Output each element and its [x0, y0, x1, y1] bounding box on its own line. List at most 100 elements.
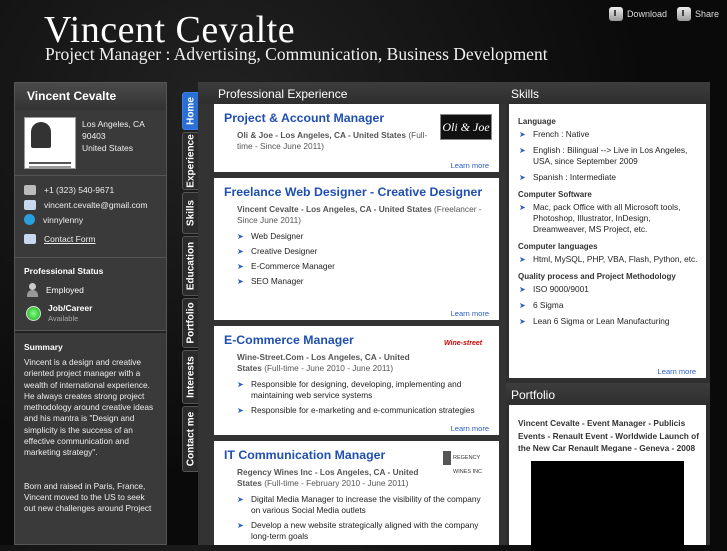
email-icon: [24, 199, 36, 210]
summary-heading: Summary: [24, 342, 63, 352]
job-period: (Full-time - June 2010 - June 2011): [264, 363, 394, 373]
job-org: Wine-Street.Com - Los Angeles, CA - Unit…: [237, 352, 419, 374]
skill-item: Html, MySQL, PHP, VBA, Flash, Python, et…: [518, 254, 700, 265]
contact-skype[interactable]: vinnylenny: [24, 212, 166, 227]
job-title[interactable]: Freelance Web Designer - Creative Design…: [224, 184, 491, 201]
tab-education[interactable]: Education: [182, 236, 198, 296]
skills-heading: Skills: [506, 82, 710, 104]
job-period: (Full-time - February 2010 - June 2011): [264, 478, 409, 488]
phone-icon: [24, 184, 36, 195]
skype-text[interactable]: vinnylenny: [43, 215, 83, 225]
job-bullets: Digital Media Manager to increase the vi…: [237, 494, 491, 542]
bullet-item: E-Commerce Manager: [237, 261, 491, 272]
right-column: Skills Language French : Native English …: [506, 82, 710, 551]
skill-group-heading: Computer Software: [518, 190, 592, 199]
status-employed: Employed: [15, 281, 166, 299]
tab-experience-label: Experience: [185, 134, 196, 188]
profile-block: Los Angeles, CA 90403 United States: [15, 110, 166, 176]
tab-interests-label: Interests: [185, 356, 196, 398]
share-button[interactable]: Share: [676, 7, 719, 21]
email-text[interactable]: vincent.cevalte@gmail.com: [44, 200, 148, 210]
bullet-item: Responsible for e-marketing and e-commun…: [237, 405, 491, 416]
job-card: Project & Account Manager Oli & Joe - Lo…: [214, 104, 499, 172]
status-heading: Professional Status: [24, 266, 104, 276]
company-logo: REGENCY WINES INC: [443, 451, 487, 475]
job-org: Regency Wines Inc - Los Angeles, CA - Un…: [237, 467, 419, 489]
tab-portfolio-label: Portfolio: [185, 302, 196, 344]
job-org: Oli & Joe - Los Angeles, CA - United Sta…: [237, 130, 429, 152]
experience-panel: Professional Experience Project & Accoun…: [198, 82, 506, 545]
skill-item: French : Native: [518, 129, 700, 140]
status-job: Job/Career Available: [15, 302, 166, 324]
photo-figure: [31, 122, 51, 148]
skill-item: Mac, pack Office with all Microsoft tool…: [518, 202, 700, 235]
experience-heading: Professional Experience: [198, 82, 506, 104]
job-org-name: Oli & Joe - Los Angeles, CA - United Sta…: [237, 130, 407, 140]
skype-icon: [24, 214, 35, 225]
tab-experience[interactable]: Experience: [182, 132, 198, 190]
contact-form-link[interactable]: Contact Form: [24, 231, 166, 246]
tab-skills-label: Skills: [185, 199, 196, 227]
location-city: Los Angeles, CA: [82, 119, 145, 129]
skill-list: Mac, pack Office with all Microsoft tool…: [518, 202, 700, 235]
job-org: Vincent Cevalte - Los Angeles, CA - Unit…: [237, 204, 491, 226]
skill-item: 6 Sigma: [518, 300, 700, 311]
job-career-label: Job/Career: [48, 303, 93, 313]
portfolio-image[interactable]: [531, 460, 684, 551]
site-subtitle: Project Manager : Advertising, Communica…: [45, 44, 548, 64]
sidebar-title: Vincent Cevalte: [15, 83, 166, 110]
summary-text: Vincent is a design and creative oriente…: [24, 357, 154, 458]
job-card: E-Commerce Manager Wine-Street.Com - Los…: [214, 326, 499, 435]
photo-caption-lines: [29, 162, 71, 164]
location-zip: 90403: [82, 131, 106, 141]
job-bullets: Web Designer Creative Designer E-Commerc…: [237, 231, 491, 287]
tab-contact[interactable]: Contact me: [182, 406, 198, 472]
contact-form-label[interactable]: Contact Form: [44, 234, 96, 244]
share-label: Share: [694, 9, 719, 19]
contact-email[interactable]: vincent.cevalte@gmail.com: [24, 197, 166, 212]
download-button[interactable]: Download: [608, 7, 667, 21]
skill-group-heading: Computer languages: [518, 242, 598, 251]
company-logo: Wine-street: [444, 340, 483, 347]
location: Los Angeles, CA 90403 United States: [82, 118, 145, 154]
tab-portfolio[interactable]: Portfolio: [182, 298, 198, 348]
tab-home-label: Home: [185, 97, 196, 125]
skill-item: Spanish : Intermediate: [518, 172, 700, 183]
contact-phone: +1 (323) 540-9671: [24, 182, 166, 197]
job-org-name: Vincent Cevalte - Los Angeles, CA - Unit…: [237, 204, 432, 214]
profile-photo[interactable]: [24, 117, 76, 169]
company-logo: Oli & Joe: [440, 114, 492, 140]
skill-list: Html, MySQL, PHP, VBA, Flash, Python, et…: [518, 254, 700, 265]
portfolio-heading: Portfolio: [506, 383, 710, 405]
bullet-item: Responsible for designing, developing, i…: [237, 379, 491, 401]
tab-skills[interactable]: Skills: [182, 192, 198, 234]
job-card: IT Communication Manager Regency Wines I…: [214, 441, 499, 545]
job-bullets: Responsible for designing, developing, i…: [237, 379, 491, 416]
contact-list: +1 (323) 540-9671 vincent.cevalte@gmail.…: [15, 176, 166, 258]
person-icon: [26, 283, 39, 297]
learn-more-link[interactable]: Learn more: [658, 367, 696, 376]
location-country: United States: [82, 143, 134, 153]
summary-text-2: Born and raised in Paris, France, Vincen…: [24, 480, 152, 514]
tab-home[interactable]: Home: [182, 92, 198, 130]
employed-text: Employed: [46, 285, 84, 295]
learn-more-link[interactable]: Learn more: [451, 161, 489, 170]
bullet-item: Digital Media Manager to increase the vi…: [237, 494, 491, 516]
learn-more-link[interactable]: Learn more: [451, 309, 489, 318]
top-actions: Download Share: [608, 7, 719, 21]
bullet-item: SEO Manager: [237, 276, 491, 287]
bullet-item: Web Designer: [237, 231, 491, 242]
portfolio-caption[interactable]: Vincent Cevalte - Event Manager - Public…: [518, 417, 700, 455]
tab-contact-label: Contact me: [185, 411, 196, 467]
skill-item: ISO 9000/9001: [518, 284, 700, 295]
skill-list: ISO 9000/9001 6 Sigma Lean 6 Sigma or Le…: [518, 284, 700, 327]
job-card: Freelance Web Designer - Creative Design…: [214, 178, 499, 320]
learn-more-link[interactable]: Learn more: [451, 424, 489, 433]
share-icon: [676, 7, 691, 21]
skill-item: Lean 6 Sigma or Lean Manufacturing: [518, 316, 700, 327]
portfolio-card: Vincent Cevalte - Event Manager - Public…: [509, 405, 706, 551]
skill-group-heading: Quality process and Project Methodology: [518, 272, 676, 281]
phone-text: +1 (323) 540-9671: [44, 184, 115, 195]
tab-interests[interactable]: Interests: [182, 350, 198, 404]
tab-education-label: Education: [185, 241, 196, 291]
